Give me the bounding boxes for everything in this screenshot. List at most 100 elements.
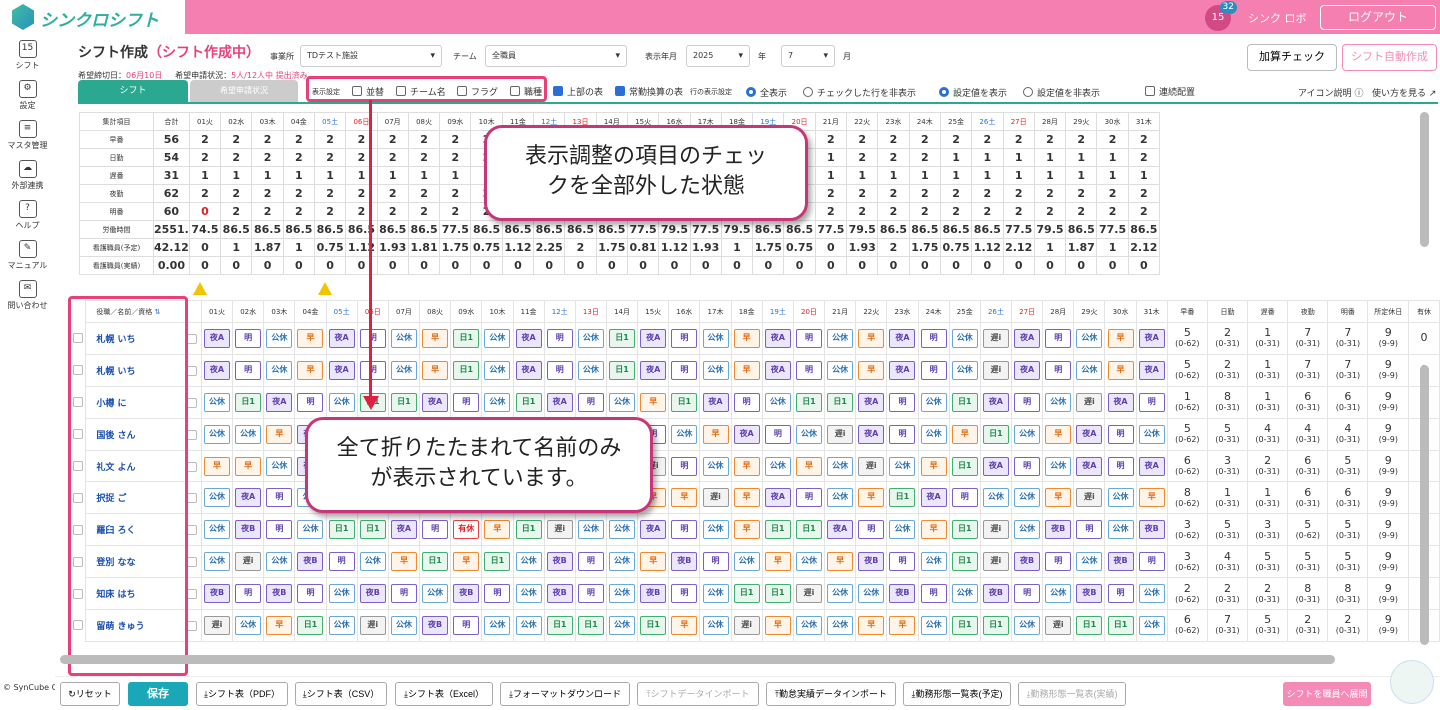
shift-cell[interactable]: 公休 [1073,545,1106,579]
shift-cell[interactable]: 早 [730,322,763,355]
shift-cell[interactable]: 公休 [574,513,607,547]
shift-cell[interactable]: 夜B [543,577,576,611]
shift-cell[interactable]: 夜A [979,385,1013,419]
shift-cell[interactable]: 有休 [450,513,483,547]
shift-cell[interactable]: 明 [792,322,826,355]
calendar-badge-icon[interactable]: 15 32 [1205,1,1237,31]
shift-cell[interactable]: 日1 [387,385,421,419]
shift-cell[interactable]: 日1 [605,353,639,387]
shift-cell[interactable]: 夜B [232,513,265,547]
shift-cell[interactable]: 遅i [979,322,1013,355]
shift-cell[interactable]: 公休 [387,322,421,355]
shift-cell[interactable]: 明 [917,353,950,387]
shift-cell[interactable]: 明 [1010,449,1044,483]
shift-cell[interactable]: 夜A [325,322,358,355]
shift-cell[interactable]: 明 [543,353,576,387]
shift-cell[interactable]: 明 [325,545,358,579]
shift-cell[interactable]: 夜A [200,322,234,355]
shift-cell[interactable]: 日1 [761,577,794,611]
expand-toggle-icon[interactable] [186,525,197,536]
hide-setting-radio[interactable]: 設定値を非表示 [1023,86,1100,99]
shift-cell[interactable]: 夜B [200,577,234,611]
shift-cell[interactable]: 夜B [1135,513,1168,547]
shift-cell[interactable]: 公休 [263,322,296,355]
shift-cell[interactable]: 夜A [1010,353,1044,387]
shift-cell[interactable]: 明 [668,449,701,483]
shift-cell[interactable]: 日1 [948,385,981,419]
shift-cell[interactable]: 日1 [574,609,607,642]
shift-cell[interactable]: 遅i [730,609,763,642]
shift-cell[interactable]: 夜A [886,353,919,387]
shift-cell[interactable]: 日1 [979,609,1013,642]
shift-cell[interactable]: 公休 [605,577,639,611]
shift-cell[interactable]: 公休 [325,385,358,419]
shift-cell[interactable]: 明 [1135,385,1168,419]
shift-cell[interactable]: 早 [948,417,981,451]
shift-cell[interactable]: 公休 [1010,513,1044,547]
shift-cell[interactable]: 夜A [263,385,296,419]
grid-vertical-scrollbar[interactable] [1420,365,1429,645]
shift-cell[interactable]: 遅i [543,513,576,547]
nav-item[interactable]: 15 シフト [0,40,55,71]
shift-cell[interactable]: 夜A [637,513,670,547]
nav-item[interactable]: ≡ マスタ管理 [0,120,55,151]
shift-cell[interactable]: 日1 [761,513,794,547]
shift-cell[interactable]: 明 [1042,545,1075,579]
nav-item[interactable]: ? ヘルプ [0,200,55,231]
shift-cell[interactable]: 公休 [699,513,732,547]
shift-cell[interactable]: 早 [1135,481,1168,515]
expand-toggle-icon[interactable] [186,333,197,344]
shift-cell[interactable]: 日1 [1104,609,1137,642]
shift-cell[interactable]: 明 [792,353,826,387]
shift-cell[interactable]: 夜A [637,322,670,355]
shift-cell[interactable]: 公休 [1010,481,1044,515]
shift-cell[interactable]: 公休 [886,513,919,547]
shift-cell[interactable]: 遅i [979,353,1013,387]
shift-cell[interactable]: 明 [232,322,265,355]
shift-cell[interactable]: 夜A [979,449,1013,483]
shift-cell[interactable]: 夜A [512,353,545,387]
shift-cell[interactable]: 公休 [1073,322,1106,355]
shift-cell[interactable]: 明 [232,577,265,611]
shift-cell[interactable]: 日1 [450,322,483,355]
nav-item[interactable]: ☁ 外部連携 [0,160,55,191]
shift-cell[interactable]: 明 [668,577,701,611]
shift-cell[interactable]: 日1 [948,609,981,642]
shift-cell[interactable]: 夜A [419,385,452,419]
shift-cell[interactable]: 夜A [637,353,670,387]
shift-cell[interactable]: 遅i [1073,385,1106,419]
shift-cell[interactable]: 明 [232,353,265,387]
shift-cell[interactable]: 公休 [948,353,981,387]
shift-cell[interactable]: 早 [668,481,701,515]
nav-item[interactable]: ✎ マニュアル [0,240,55,271]
shift-cell[interactable]: 夜A [387,513,421,547]
shift-cell[interactable]: 明 [1104,449,1137,483]
shift-cell[interactable]: 早 [761,609,794,642]
shift-cell[interactable]: 公休 [419,577,452,611]
shift-cell[interactable]: 公休 [512,609,545,642]
shift-cell[interactable]: 遅i [356,609,389,642]
shift-cell[interactable]: 公休 [387,353,421,387]
shift-cell[interactable]: 日1 [294,609,327,642]
shift-cell[interactable]: 遅i [855,449,888,483]
shift-cell[interactable]: 明 [574,577,607,611]
shift-cell[interactable]: 明 [294,385,327,419]
shift-cell[interactable]: 明 [387,577,421,611]
shift-cell[interactable]: 公休 [668,417,701,451]
shift-cell[interactable]: 遅i [824,417,857,451]
shift-cell[interactable]: 公休 [824,353,857,387]
shift-cell[interactable]: 早 [1104,322,1137,355]
shift-cell[interactable]: 公休 [824,609,857,642]
shift-cell[interactable]: 早 [824,545,857,579]
expand-toggle-icon[interactable] [186,397,197,408]
shift-cell[interactable]: 遅i [792,577,826,611]
shift-cell[interactable]: 夜B [419,609,452,642]
shift-cell[interactable]: 夜A [761,322,794,355]
expand-toggle-icon[interactable] [186,620,197,631]
tab-request-status[interactable]: 希望申請状況 [190,80,298,102]
shift-cell[interactable]: 公休 [917,609,950,642]
shift-cell[interactable]: 日1 [512,513,545,547]
shift-cell[interactable]: 明 [263,513,296,547]
shift-cell[interactable]: 明 [574,385,607,419]
shift-cell[interactable]: 公休 [294,513,327,547]
